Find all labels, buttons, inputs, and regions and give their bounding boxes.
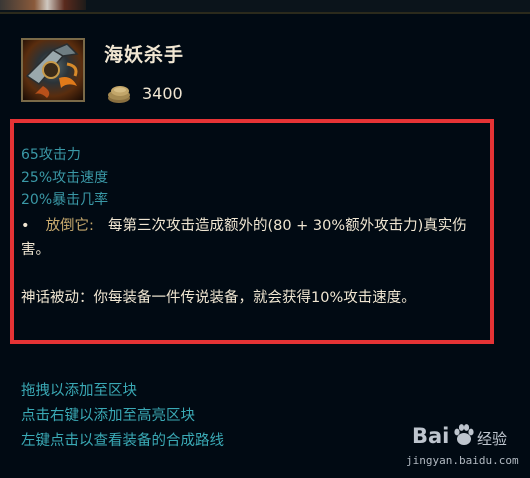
- stat-attack-speed: 25%攻击速度: [21, 170, 109, 186]
- hint-right-click: 点击右键以添加至高亮区块: [21, 408, 195, 424]
- passive-bullet: •: [21, 218, 30, 234]
- kraken-slayer-item-icon[interactable]: [21, 38, 85, 102]
- passive-description: • 放倒它: 每第三次攻击造成额外的(80 + 30%额外攻击力)真实伤害。: [21, 214, 491, 262]
- hint-drag: 拖拽以添加至区块: [21, 383, 137, 399]
- gold-coin-icon: [106, 84, 132, 104]
- champion-thumbnail: [0, 0, 86, 10]
- item-name: 海妖杀手: [104, 44, 185, 66]
- watermark-logo-text: Bai: [412, 424, 450, 448]
- stat-crit-chance: 20%暴击几率: [21, 192, 109, 208]
- baidu-paw-icon: [454, 424, 474, 445]
- passive-name: 放倒它:: [45, 218, 94, 234]
- watermark-url: jingyan.baidu.com: [406, 454, 519, 467]
- item-gold-cost: 3400: [142, 84, 183, 103]
- hint-left-click: 左键点击以查看装备的合成路线: [21, 433, 224, 449]
- stat-attack-damage: 65攻击力: [21, 147, 81, 163]
- mythic-passive: 神话被动：你每装备一件传说装备，就会获得10%攻击速度。: [21, 290, 416, 306]
- baidu-jingyan-watermark: Bai 经验 jingyan.baidu.com: [392, 420, 527, 475]
- top-strip: [0, 0, 530, 14]
- watermark-label: 经验: [477, 430, 508, 448]
